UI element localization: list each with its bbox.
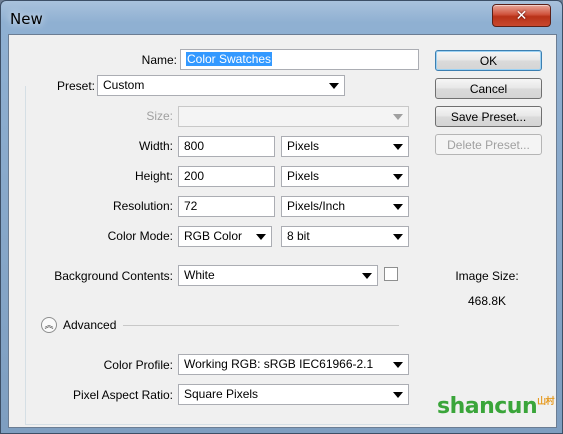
dialog-window: New ✕ Name: Color Swatches Preset: Custo… [0,0,563,434]
delete-preset-button: Delete Preset... [435,134,542,155]
watermark-logo: shancun山村 [437,394,555,419]
preset-value: Custom [103,78,145,92]
size-select [178,106,409,127]
height-unit-value: Pixels [287,169,320,183]
name-label: Name: [141,53,177,67]
bit-depth-select[interactable]: 8 bit [281,226,409,247]
background-contents-value: White [184,268,215,282]
color-profile-label: Color Profile: [103,358,173,372]
size-label: Size: [146,109,173,123]
preset-label: Preset: [47,79,97,93]
color-profile-select[interactable]: Working RGB: sRGB IEC61966-2.1 [178,354,409,375]
height-label: Height: [134,169,173,183]
name-input[interactable]: Color Swatches [180,49,419,70]
resolution-input[interactable]: 72 [178,196,275,217]
pixel-aspect-ratio-select[interactable]: Square Pixels [178,384,409,405]
chevron-down-icon [393,362,403,368]
pixel-aspect-ratio-label: Pixel Aspect Ratio: [72,388,173,402]
width-label: Width: [138,139,173,153]
chevron-down-icon [362,273,372,279]
color-profile-value: Working RGB: sRGB IEC61966-2.1 [184,357,374,371]
watermark-text: shancun [437,394,538,419]
color-mode-value: RGB Color [184,229,243,243]
height-unit-select[interactable]: Pixels [281,166,409,187]
resolution-unit-value: Pixels/Inch [287,199,346,213]
window-title: New [10,10,43,28]
save-preset-button[interactable]: Save Preset... [435,106,542,127]
width-input[interactable]: 800 [178,136,275,157]
advanced-divider [123,325,399,326]
name-input-value: Color Swatches [186,52,273,66]
chevron-down-icon [393,392,403,398]
image-size-label: Image Size: [455,269,519,283]
background-color-swatch[interactable] [384,267,398,281]
width-unit-value: Pixels [287,139,320,153]
chevron-down-icon [393,144,403,150]
chevron-down-icon [393,204,403,210]
cancel-button[interactable]: Cancel [435,78,542,99]
background-contents-select[interactable]: White [178,265,378,286]
double-chevron-up-icon[interactable]: ︽ [41,317,57,333]
chevron-down-icon [329,83,339,89]
watermark-cn: 山村 [537,397,555,407]
dialog-body: Name: Color Swatches Preset: Custom Size… [8,34,557,428]
resolution-label: Resolution: [112,199,173,213]
chevron-down-icon [393,174,403,180]
color-mode-label: Color Mode: [107,229,173,243]
close-icon: ✕ [515,7,528,23]
advanced-label: Advanced [63,318,117,332]
color-mode-select[interactable]: RGB Color [178,226,272,247]
width-unit-select[interactable]: Pixels [281,136,409,157]
height-input[interactable]: 200 [178,166,275,187]
pixel-aspect-ratio-value: Square Pixels [184,387,259,401]
chevron-down-icon [393,234,403,240]
close-button[interactable]: ✕ [492,4,551,27]
image-size-value: 468.8K [467,294,507,308]
chevron-down-icon [393,114,403,120]
chevron-down-icon [256,234,266,240]
preset-select[interactable]: Custom [97,75,345,96]
background-contents-label: Background Contents: [54,269,173,283]
resolution-unit-select[interactable]: Pixels/Inch [281,196,409,217]
bit-depth-value: 8 bit [287,229,310,243]
ok-button[interactable]: OK [435,50,542,71]
